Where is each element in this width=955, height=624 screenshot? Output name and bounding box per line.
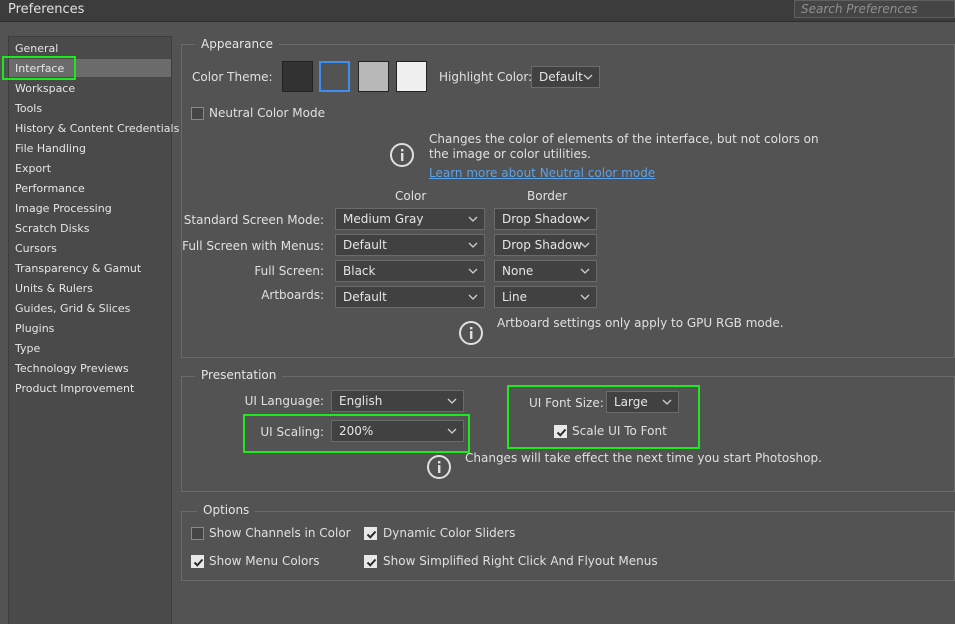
show-channels-checkbox[interactable] [191,527,204,540]
sidebar-item-plugins[interactable]: Plugins [15,322,54,335]
full-screen-label: Full Screen: [254,264,324,278]
chevron-down-icon [580,268,590,274]
neutral-color-mode-checkbox[interactable] [191,107,204,120]
sidebar-item-units-rulers[interactable]: Units & Rulers [15,282,93,295]
full-screen-menus-color-value: Default [343,238,387,252]
presentation-legend: Presentation [195,368,283,382]
sidebar-item-general[interactable]: General [15,42,58,55]
ui-scaling-highlight-frame [243,414,470,453]
chevron-down-icon [583,74,593,80]
full-screen-menus-label: Full Screen with Menus: [182,239,324,253]
border-column-header: Border [527,189,568,203]
chevron-down-icon [580,216,590,222]
sidebar-item-export[interactable]: Export [15,162,51,175]
checkmark-icon [193,558,204,567]
standard-screen-color-value: Medium Gray [343,212,424,226]
appearance-legend: Appearance [195,37,280,51]
neutral-color-mode-label: Neutral Color Mode [209,106,325,120]
show-menu-colors-checkbox[interactable] [191,555,204,568]
show-menu-colors-label: Show Menu Colors [209,554,320,568]
full-screen-menus-border-dropdown[interactable]: Drop Shadow [494,234,597,256]
interface-highlight-frame [2,56,76,80]
full-screen-color-dropdown[interactable]: Black [335,260,485,282]
color-column-header: Color [395,189,427,203]
artboards-color-value: Default [343,290,387,304]
chevron-down-icon [468,294,478,300]
standard-screen-color-dropdown[interactable]: Medium Gray [335,208,485,230]
search-input[interactable]: Search Preferences [794,0,955,18]
checkmark-icon [366,530,377,539]
sidebar: General Interface Workspace Tools Histor… [8,36,179,624]
info-icon [459,321,483,345]
full-screen-menus-color-dropdown[interactable]: Default [335,234,485,256]
chevron-down-icon [468,216,478,222]
highlight-color-label: Highlight Color: [439,70,533,84]
ui-language-dropdown[interactable]: English [331,390,464,412]
sidebar-item-workspace[interactable]: Workspace [15,82,75,95]
sidebar-item-product-improvement[interactable]: Product Improvement [15,382,134,395]
sidebar-item-performance[interactable]: Performance [15,182,85,195]
artboard-info-text: Artboard settings only apply to GPU RGB … [497,316,784,330]
neutral-learn-more-link[interactable]: Learn more about Neutral color mode [429,166,655,180]
sidebar-item-transparency[interactable]: Transparency & Gamut [15,262,141,275]
full-screen-border-value: None [502,264,534,278]
chevron-down-icon [468,268,478,274]
sidebar-item-guides-grid[interactable]: Guides, Grid & Slices [15,302,130,315]
chevron-down-icon [580,242,590,248]
neutral-info-text: Changes the color of elements of the int… [429,132,819,161]
full-screen-menus-border-value: Drop Shadow [502,238,583,252]
highlight-color-dropdown[interactable]: Default [531,66,600,88]
artboards-border-value: Line [502,290,528,304]
info-icon [427,455,451,479]
sidebar-item-file-handling[interactable]: File Handling [15,142,86,155]
options-legend: Options [197,503,256,517]
artboards-border-dropdown[interactable]: Line [494,286,597,308]
show-channels-label: Show Channels in Color [209,526,351,540]
color-theme-label: Color Theme: [192,70,273,84]
sidebar-item-image-processing[interactable]: Image Processing [15,202,112,215]
sidebar-item-tools[interactable]: Tools [15,102,42,115]
theme-swatch-medium-light[interactable] [358,61,389,92]
chevron-down-icon [447,398,457,404]
chevron-down-icon [468,242,478,248]
sidebar-item-technology-previews[interactable]: Technology Previews [15,362,129,375]
sidebar-item-type[interactable]: Type [15,342,40,355]
theme-swatch-lightest[interactable] [396,61,427,92]
simplified-menus-checkbox[interactable] [364,555,377,568]
window-title: Preferences [8,2,85,17]
highlight-color-value: Default [539,70,583,84]
artboards-color-dropdown[interactable]: Default [335,286,485,308]
dynamic-sliders-checkbox[interactable] [364,527,377,540]
full-screen-border-dropdown[interactable]: None [494,260,597,282]
options-group [181,511,955,581]
standard-screen-border-value: Drop Shadow [502,212,583,226]
full-screen-color-value: Black [343,264,376,278]
ui-language-label: UI Language: [244,394,324,408]
simplified-menus-label: Show Simplified Right Click And Flyout M… [383,554,658,568]
restart-info-text: Changes will take effect the next time y… [465,451,822,465]
info-icon [390,143,414,167]
theme-swatch-medium-dark[interactable] [319,61,350,92]
ui-language-value: English [339,394,383,408]
chevron-down-icon [580,294,590,300]
sidebar-item-cursors[interactable]: Cursors [15,242,57,255]
sidebar-item-scratch-disks[interactable]: Scratch Disks [15,222,89,235]
dynamic-sliders-label: Dynamic Color Sliders [383,526,516,540]
standard-screen-mode-label: Standard Screen Mode: [183,213,324,227]
sidebar-item-history[interactable]: History & Content Credentials [15,122,179,135]
font-size-highlight-frame [507,385,700,449]
theme-swatch-darkest[interactable] [282,61,313,92]
standard-screen-border-dropdown[interactable]: Drop Shadow [494,208,597,230]
artboards-label: Artboards: [261,288,324,302]
checkmark-icon [366,558,377,567]
